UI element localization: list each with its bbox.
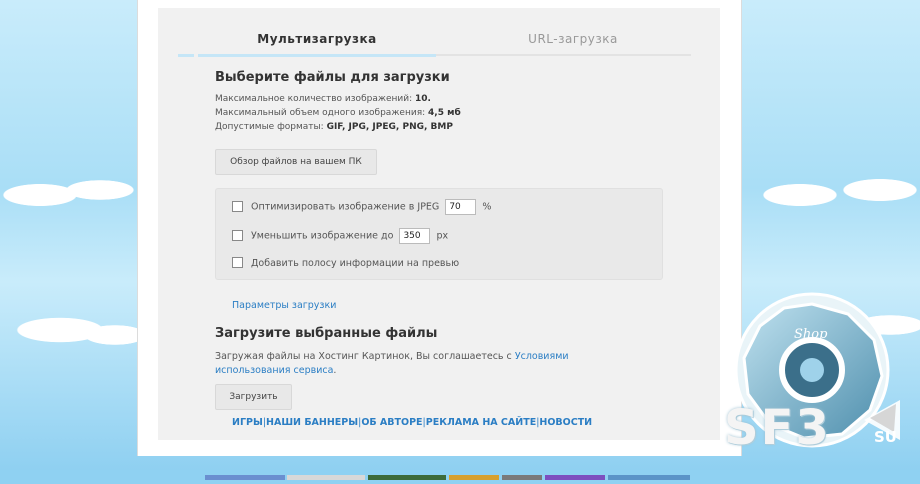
tab-divider [436,54,691,56]
resize-label: Уменьшить изображение до [251,230,394,242]
select-files-heading: Выберите файлы для загрузки [215,70,450,85]
footer-link-advertising[interactable]: РЕКЛАМА НА САЙТЕ [426,417,536,428]
terms-agreement-text: Загружая файлы на Хостинг Картинок, Вы с… [215,350,635,378]
tab-url-upload[interactable]: URL-загрузка [458,26,688,54]
footer-link-news[interactable]: НОВОСТИ [539,417,592,428]
footer-nav: ИГРЫ|НАШИ БАННЕРЫ|ОБ АВТОРЕ|РЕКЛАМА НА С… [232,417,592,428]
banner-thumb[interactable] [287,475,365,480]
agree-end: . [333,365,337,376]
max-size-label: Максимальный объем одного изображения: [215,108,426,118]
formats-value: GIF, JPG, JPEG, PNG, BMP [326,122,453,132]
agree-text: Загружая файлы на Хостинг Картинок, Вы с… [215,351,512,362]
jpeg-quality-unit: % [482,201,492,213]
resize-width-input[interactable]: 350 [399,228,431,244]
max-count-label: Максимальное количество изображений: [215,94,413,104]
resize-checkbox[interactable] [232,229,243,241]
footer-link-author[interactable]: ОБ АВТОРЕ [361,417,422,428]
formats-label: Допустимые форматы: [215,122,324,132]
upload-params-link[interactable]: Параметры загрузки [232,300,336,311]
max-count-value: 10. [414,94,431,104]
upload-button[interactable]: Загрузить [215,384,292,410]
banner-thumbnails [205,465,690,480]
banner-thumb[interactable] [545,475,605,480]
upload-panel: Мультизагрузка URL-загрузка Выберите фай… [158,8,720,440]
banner-thumb[interactable] [449,475,499,480]
optimize-jpeg-checkbox[interactable] [232,200,243,212]
footer-link-banners[interactable]: НАШИ БАННЕРЫ [266,417,358,428]
optimize-jpeg-option: Оптимизировать изображение в JPEG 70 % [232,199,491,215]
site-suffix-text: SU [874,428,897,446]
info-bar-label: Добавить полосу информации на превью [251,258,460,269]
upload-files-heading: Загрузите выбранные файлы [215,326,438,341]
optimize-jpeg-label: Оптимизировать изображение в JPEG [251,201,440,213]
site-watermark: Shop SF3 SU [724,290,920,470]
max-size-line: Максимальный объем одного изображения: 4… [215,106,461,120]
banner-thumb[interactable] [608,475,690,480]
upload-page: Мультизагрузка URL-загрузка Выберите фай… [137,0,742,456]
jpeg-quality-input[interactable]: 70 [445,199,477,215]
banner-thumb[interactable] [205,475,285,480]
badge-text: Shop [794,327,828,342]
max-size-value: 4,5 мб [428,108,461,118]
browse-files-button[interactable]: Обзор файлов на вашем ПК [215,149,377,175]
resize-option: Уменьшить изображение до 350 px [232,228,448,244]
max-count-line: Максимальное количество изображений: 10. [215,92,461,106]
info-bar-option: Добавить полосу информации на превью [232,256,459,272]
tab-multiupload[interactable]: Мультизагрузка [198,26,436,57]
info-bar-checkbox[interactable] [232,257,243,268]
banner-thumb[interactable] [368,475,446,480]
resize-unit: px [436,230,449,242]
site-name-text: SF3 [724,400,831,456]
tab-underline-left [178,54,194,57]
footer-link-games[interactable]: ИГРЫ [232,417,263,428]
upload-tabs: Мультизагрузка URL-загрузка [178,26,698,57]
upload-limits-info: Максимальное количество изображений: 10.… [215,92,461,134]
formats-line: Допустимые форматы: GIF, JPG, JPEG, PNG,… [215,120,461,134]
upload-options-box: Оптимизировать изображение в JPEG 70 % У… [215,188,663,280]
banner-thumb[interactable] [502,475,542,480]
banner-thumbnails-strip [205,475,690,480]
